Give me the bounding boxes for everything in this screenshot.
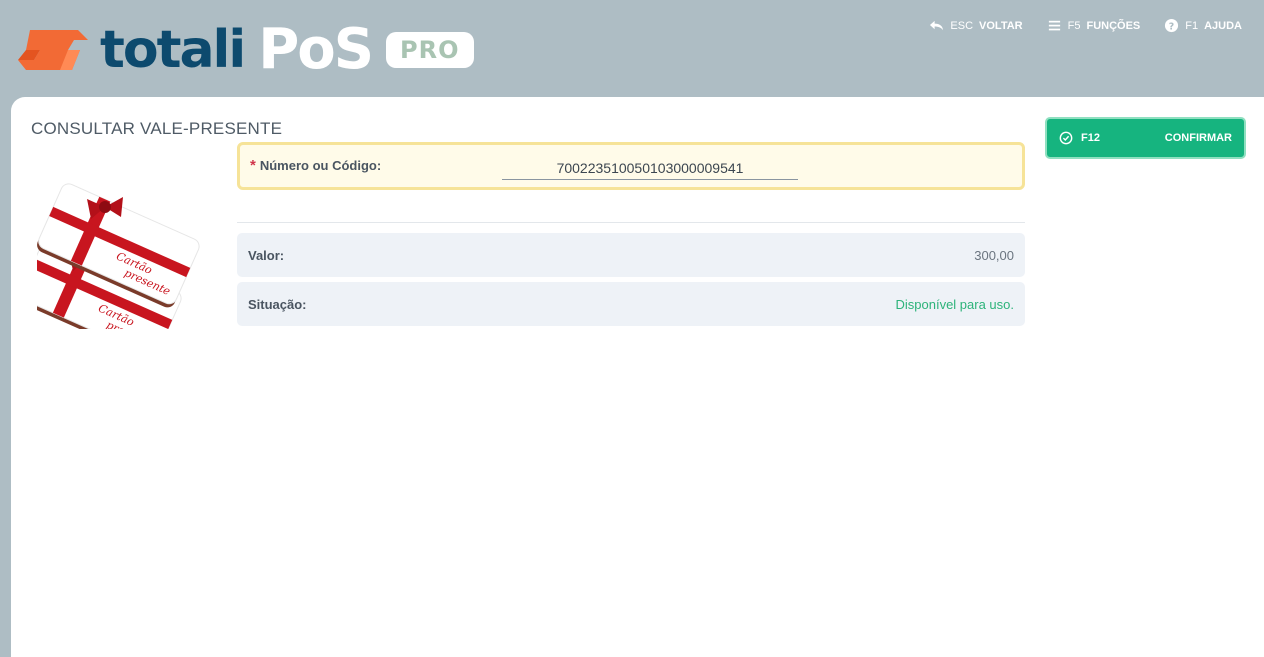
confirm-key: F12 bbox=[1081, 132, 1100, 144]
ajuda-button[interactable]: ? F1 AJUDA bbox=[1164, 18, 1242, 33]
funcoes-button[interactable]: F5 FUNÇÕES bbox=[1047, 18, 1141, 33]
situacao-label: Situação: bbox=[248, 296, 307, 312]
top-action-bar: ESC VOLTAR F5 FUNÇÕES ? F1 AJUDA bbox=[929, 18, 1242, 33]
confirm-label: CONFIRMAR bbox=[1164, 132, 1232, 144]
funcoes-label: FUNÇÕES bbox=[1086, 19, 1141, 32]
voltar-button[interactable]: ESC VOLTAR bbox=[929, 18, 1023, 33]
check-circle-icon bbox=[1059, 131, 1073, 145]
funcoes-key: F5 bbox=[1067, 19, 1081, 32]
voltar-key: ESC bbox=[950, 19, 974, 32]
code-label-text: Número ou Código: bbox=[259, 158, 382, 173]
ajuda-key: F1 bbox=[1185, 19, 1199, 32]
situacao-value: Disponível para uso. bbox=[895, 296, 1014, 312]
undo-arrow-icon bbox=[930, 20, 944, 31]
app-header: totali PoS PRO ESC VOLTAR F5 FUNÇÕES ? F… bbox=[0, 0, 1264, 97]
confirm-button[interactable]: F12 CONFIRMAR bbox=[1045, 117, 1246, 159]
valor-value: 300,00 bbox=[974, 247, 1014, 263]
code-label: * Número ou Código: bbox=[250, 157, 381, 174]
gift-card-illustration: Cartão presente Cartão presente bbox=[19, 169, 227, 360]
ajuda-label: AJUDA bbox=[1204, 19, 1242, 32]
help-circle-icon: ? bbox=[1165, 18, 1179, 32]
code-input[interactable] bbox=[502, 156, 798, 180]
svg-text:?: ? bbox=[1169, 21, 1174, 32]
totali-logo-mark-icon bbox=[16, 24, 92, 76]
situacao-row: Situação: Disponível para uso. bbox=[237, 282, 1025, 326]
edition-badge: PRO bbox=[386, 32, 474, 68]
totali-pos-logo: totali PoS PRO bbox=[16, 20, 474, 80]
form-divider bbox=[237, 222, 1025, 223]
page-title: CONSULTAR VALE-PRESENTE bbox=[31, 119, 283, 138]
menu-lines-icon bbox=[1048, 20, 1060, 31]
brand-name: totali bbox=[100, 20, 246, 80]
code-field-container: * Número ou Código: bbox=[237, 142, 1025, 190]
required-mark: * bbox=[250, 157, 256, 174]
voltar-label: VOLTAR bbox=[979, 19, 1023, 32]
gift-card-form: *Número ou Código: Valor: 300,00 Situaçã… bbox=[237, 142, 1025, 326]
product-name: PoS bbox=[258, 17, 374, 82]
main-panel: CONSULTAR VALE-PRESENTE Cartão presente bbox=[11, 97, 1264, 657]
valor-label: Valor: bbox=[248, 247, 285, 263]
valor-row: Valor: 300,00 bbox=[237, 233, 1025, 277]
